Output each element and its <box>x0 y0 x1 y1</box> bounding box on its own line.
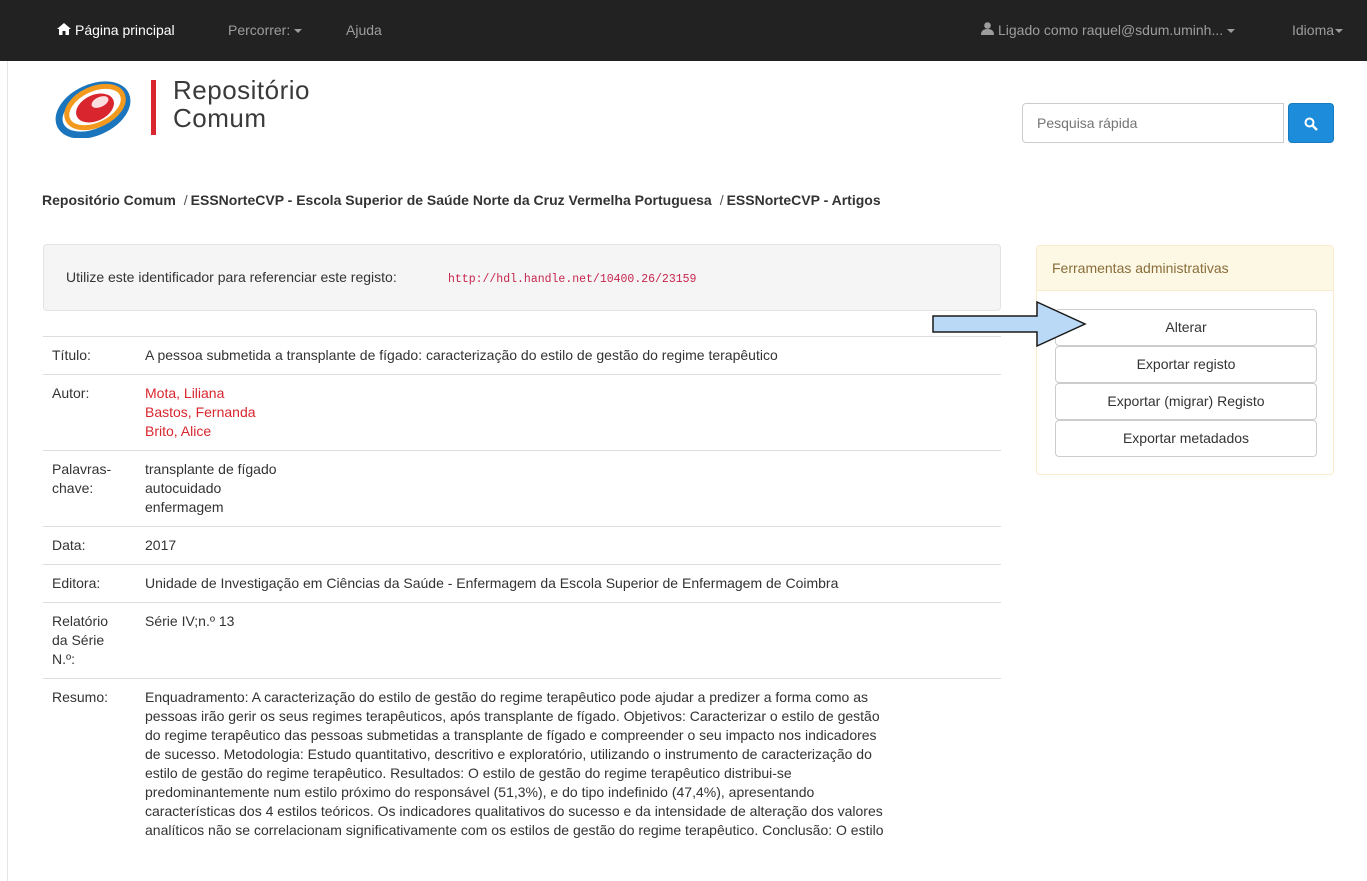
date-value: 2017 <box>145 526 1001 565</box>
nav-language-dropdown[interactable]: Idioma <box>1292 0 1344 61</box>
chevron-down-icon <box>294 29 303 34</box>
admin-tools-panel: Ferramentas administrativas Alterar Expo… <box>1036 245 1334 475</box>
keyword-item: autocuidado <box>145 480 222 496</box>
nav-language-label: Idioma <box>1292 22 1335 38</box>
author-list: Mota, Liliana Bastos, Fernanda Brito, Al… <box>145 374 1001 451</box>
abstract-line: predominantemente num estilo próximo do … <box>145 784 815 800</box>
table-row: Autor: Mota, Liliana Bastos, Fernanda Br… <box>43 374 1001 451</box>
table-row: Data: 2017 <box>43 526 1001 565</box>
series-label-line: N.º: <box>52 651 76 667</box>
abstract-line: analíticos não se correlacionam signific… <box>145 822 884 838</box>
breadcrumb-separator: / <box>183 192 188 208</box>
identifier-well: Utilize este identificador para referenc… <box>43 244 1001 311</box>
export-metadata-button[interactable]: Exportar metadados <box>1055 420 1317 457</box>
logo-mark-icon <box>55 81 131 138</box>
nav-help-label: Ajuda <box>346 22 382 38</box>
admin-tools-heading: Ferramentas administrativas <box>1037 246 1333 291</box>
keyword-item: transplante de fígado <box>145 461 277 477</box>
abstract-line: estilo de gestão do regime terapêutico. … <box>145 765 792 781</box>
metadata-table: Título: A pessoa submetida a transplante… <box>43 336 1001 849</box>
table-row: Relatório da Série N.º: Série IV;n.º 13 <box>43 602 1001 679</box>
site-logo[interactable]: Repositório Comum <box>52 76 352 140</box>
table-row: Título: A pessoa submetida a transplante… <box>43 336 1001 375</box>
series-value: Série IV;n.º 13 <box>145 602 1001 679</box>
chevron-down-icon <box>1335 29 1344 34</box>
logo-text-line1: Repositório <box>173 75 311 105</box>
user-icon <box>981 0 994 61</box>
chevron-down-icon <box>1227 29 1236 34</box>
author-link[interactable]: Mota, Liliana <box>145 384 993 403</box>
table-row: Palavras- chave: transplante de fígado a… <box>43 450 1001 527</box>
keywords-label-line: Palavras- <box>52 461 112 477</box>
top-navbar: Página principal Percorrer: Ajuda Ligado… <box>0 0 1367 61</box>
author-link[interactable]: Brito, Alice <box>145 422 993 441</box>
abstract-label: Resumo: <box>43 678 145 849</box>
identifier-url[interactable]: http://hdl.handle.net/10400.26/23159 <box>448 273 696 286</box>
search-icon <box>1304 117 1318 132</box>
nav-help-link[interactable]: Ajuda <box>346 0 382 61</box>
nav-browse-label: Percorrer: <box>228 22 291 38</box>
nav-browse-dropdown[interactable]: Percorrer: <box>228 0 303 61</box>
title-value: A pessoa submetida a transplante de fíga… <box>145 336 1001 375</box>
home-icon <box>57 0 71 61</box>
quick-search-input[interactable] <box>1022 103 1284 143</box>
abstract-line: do regime terapêutico das pessoas submet… <box>145 727 877 743</box>
date-label: Data: <box>43 526 145 565</box>
author-label: Autor: <box>43 374 145 451</box>
logo-divider <box>151 80 156 135</box>
series-label-line: Relatório <box>52 613 109 629</box>
abstract-line: Enquadramento: A caracterização do estil… <box>145 689 868 705</box>
keywords-list: transplante de fígado autocuidado enferm… <box>145 450 1001 527</box>
search-button[interactable] <box>1288 103 1334 143</box>
keywords-label-line: chave: <box>52 480 94 496</box>
abstract-line: pessoas irão gerir os seus regimes terap… <box>145 708 880 724</box>
breadcrumb-item-collection[interactable]: ESSNorteCVP - Artigos <box>727 192 881 208</box>
edit-button[interactable]: Alterar <box>1055 309 1317 346</box>
logo-text: Repositório Comum <box>173 76 310 132</box>
breadcrumb-item-root[interactable]: Repositório Comum <box>42 192 176 208</box>
series-label: Relatório da Série N.º: <box>43 602 145 679</box>
identifier-label: Utilize este identificador para referenc… <box>66 269 397 285</box>
author-link[interactable]: Bastos, Fernanda <box>145 403 993 422</box>
keywords-label: Palavras- chave: <box>43 450 145 527</box>
table-row: Editora: Unidade de Investigação em Ciên… <box>43 564 1001 603</box>
nav-home-label: Página principal <box>75 22 175 38</box>
abstract-line: características dos 4 estilos teóricos. … <box>145 803 883 819</box>
breadcrumb: Repositório Comum / ESSNorteCVP - Escola S… <box>42 192 881 208</box>
export-record-button[interactable]: Exportar registo <box>1055 346 1317 383</box>
table-row: Resumo: Enquadramento: A caracterização … <box>43 678 1001 849</box>
abstract-text: Enquadramento: A caracterização do estil… <box>145 678 1001 849</box>
series-label-line: da Série <box>52 632 105 648</box>
publisher-value: Unidade de Investigação em Ciências da S… <box>145 564 1001 603</box>
nav-user-label: Ligado como raquel@sdum.uminh... <box>998 22 1224 38</box>
annotation-arrow-icon <box>932 300 1087 348</box>
nav-home-link[interactable]: Página principal <box>57 0 175 61</box>
logo-text-line2: Comum <box>173 103 267 133</box>
abstract-line: de sucesso. Metodologia: Estudo quantita… <box>145 746 872 762</box>
export-migrate-record-button[interactable]: Exportar (migrar) Registo <box>1055 383 1317 420</box>
window-left-edge <box>0 0 8 881</box>
breadcrumb-separator: / <box>719 192 724 208</box>
publisher-label: Editora: <box>43 564 145 603</box>
breadcrumb-item-school[interactable]: ESSNorteCVP - Escola Superior de Saúde N… <box>191 192 712 208</box>
nav-user-dropdown[interactable]: Ligado como raquel@sdum.uminh... <box>981 0 1236 61</box>
title-label: Título: <box>43 336 145 375</box>
keyword-item: enfermagem <box>145 499 224 515</box>
